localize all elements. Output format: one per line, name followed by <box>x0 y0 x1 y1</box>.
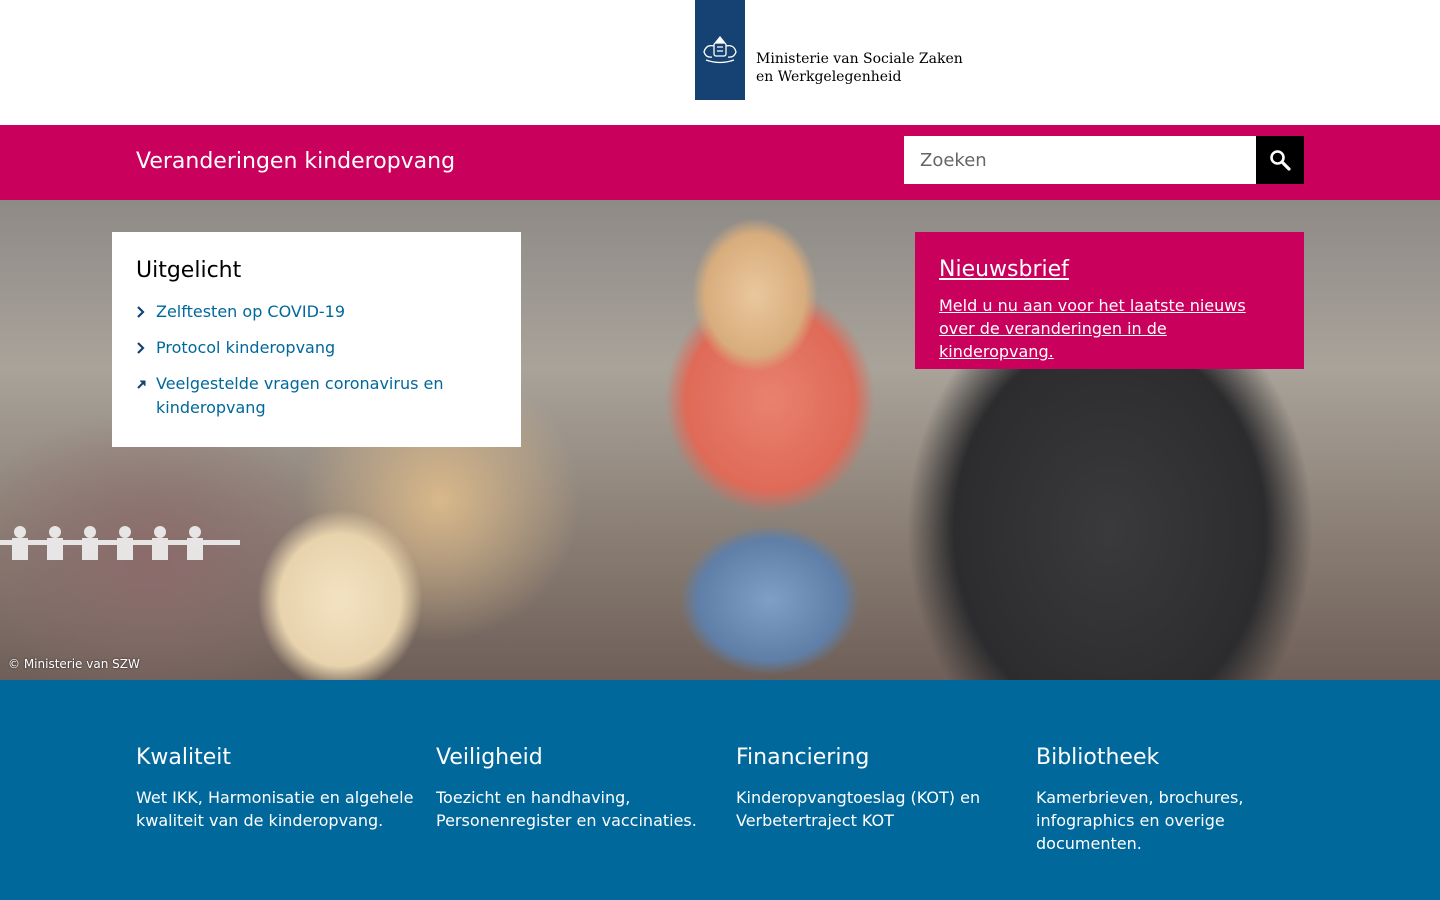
topic-kwaliteit: Kwaliteit Wet IKK, Harmonisatie en algeh… <box>136 742 416 832</box>
featured-link-protocol[interactable]: Protocol kinderopvang <box>156 336 335 360</box>
newsletter-title-link[interactable]: Nieuwsbrief <box>939 254 1280 286</box>
search-form <box>904 136 1304 184</box>
topic-description: Kamerbrieven, brochures, infographics en… <box>1036 788 1244 853</box>
site-title[interactable]: Veranderingen kinderopvang <box>136 147 455 177</box>
photo-credit: © Ministerie van SZW <box>8 657 140 671</box>
topic-title[interactable]: Bibliotheek <box>1036 742 1316 774</box>
featured-card: Uitgelicht Zelftesten op COVID-19 Protoc… <box>112 232 521 447</box>
chevron-right-icon <box>136 336 156 358</box>
topic-bibliotheek: Bibliotheek Kamerbrieven, brochures, inf… <box>1036 742 1316 855</box>
topic-title[interactable]: Kwaliteit <box>136 742 416 774</box>
government-logo[interactable] <box>695 0 745 100</box>
list-item: Zelftesten op COVID-19 <box>136 300 497 324</box>
topic-description: Kinderopvangtoeslag (KOT) en Verbetertra… <box>736 788 981 830</box>
featured-link-zelftesten[interactable]: Zelftesten op COVID-19 <box>156 300 345 324</box>
search-input[interactable] <box>904 136 1256 184</box>
topic-financiering: Financiering Kinderopvangtoeslag (KOT) e… <box>736 742 1016 832</box>
chevron-right-icon <box>136 300 156 322</box>
paper-chain-decoration <box>0 526 240 560</box>
ministry-name: Ministerie van Sociale Zaken en Werkgele… <box>756 51 963 85</box>
topics-section: Kwaliteit Wet IKK, Harmonisatie en algeh… <box>0 680 1440 900</box>
newsletter-signup-link[interactable]: Meld u nu aan voor het laatste nieuws ov… <box>939 294 1280 363</box>
topic-description: Wet IKK, Harmonisatie en algehele kwalit… <box>136 788 414 830</box>
list-item: Veelgestelde vragen coronavirus en kinde… <box>136 372 497 420</box>
search-icon <box>1270 150 1291 171</box>
external-link-icon <box>136 372 156 394</box>
topic-description: Toezicht en handhaving, Personenregister… <box>436 788 697 830</box>
site-header: Ministerie van Sociale Zaken en Werkgele… <box>0 0 1440 125</box>
coat-of-arms-icon <box>703 35 737 64</box>
newsletter-card: Nieuwsbrief Meld u nu aan voor het laats… <box>915 232 1304 369</box>
search-button[interactable] <box>1256 136 1304 184</box>
topic-veiligheid: Veiligheid Toezicht en handhaving, Perso… <box>436 742 716 832</box>
topic-title[interactable]: Financiering <box>736 742 1016 774</box>
topic-title[interactable]: Veiligheid <box>436 742 716 774</box>
featured-link-faq[interactable]: Veelgestelde vragen coronavirus en kinde… <box>156 372 497 420</box>
hero-section: Uitgelicht Zelftesten op COVID-19 Protoc… <box>0 200 1440 680</box>
featured-list: Zelftesten op COVID-19 Protocol kinderop… <box>136 300 497 420</box>
site-topbar: Veranderingen kinderopvang <box>0 125 1440 200</box>
list-item: Protocol kinderopvang <box>136 336 497 360</box>
featured-title: Uitgelicht <box>136 258 242 283</box>
